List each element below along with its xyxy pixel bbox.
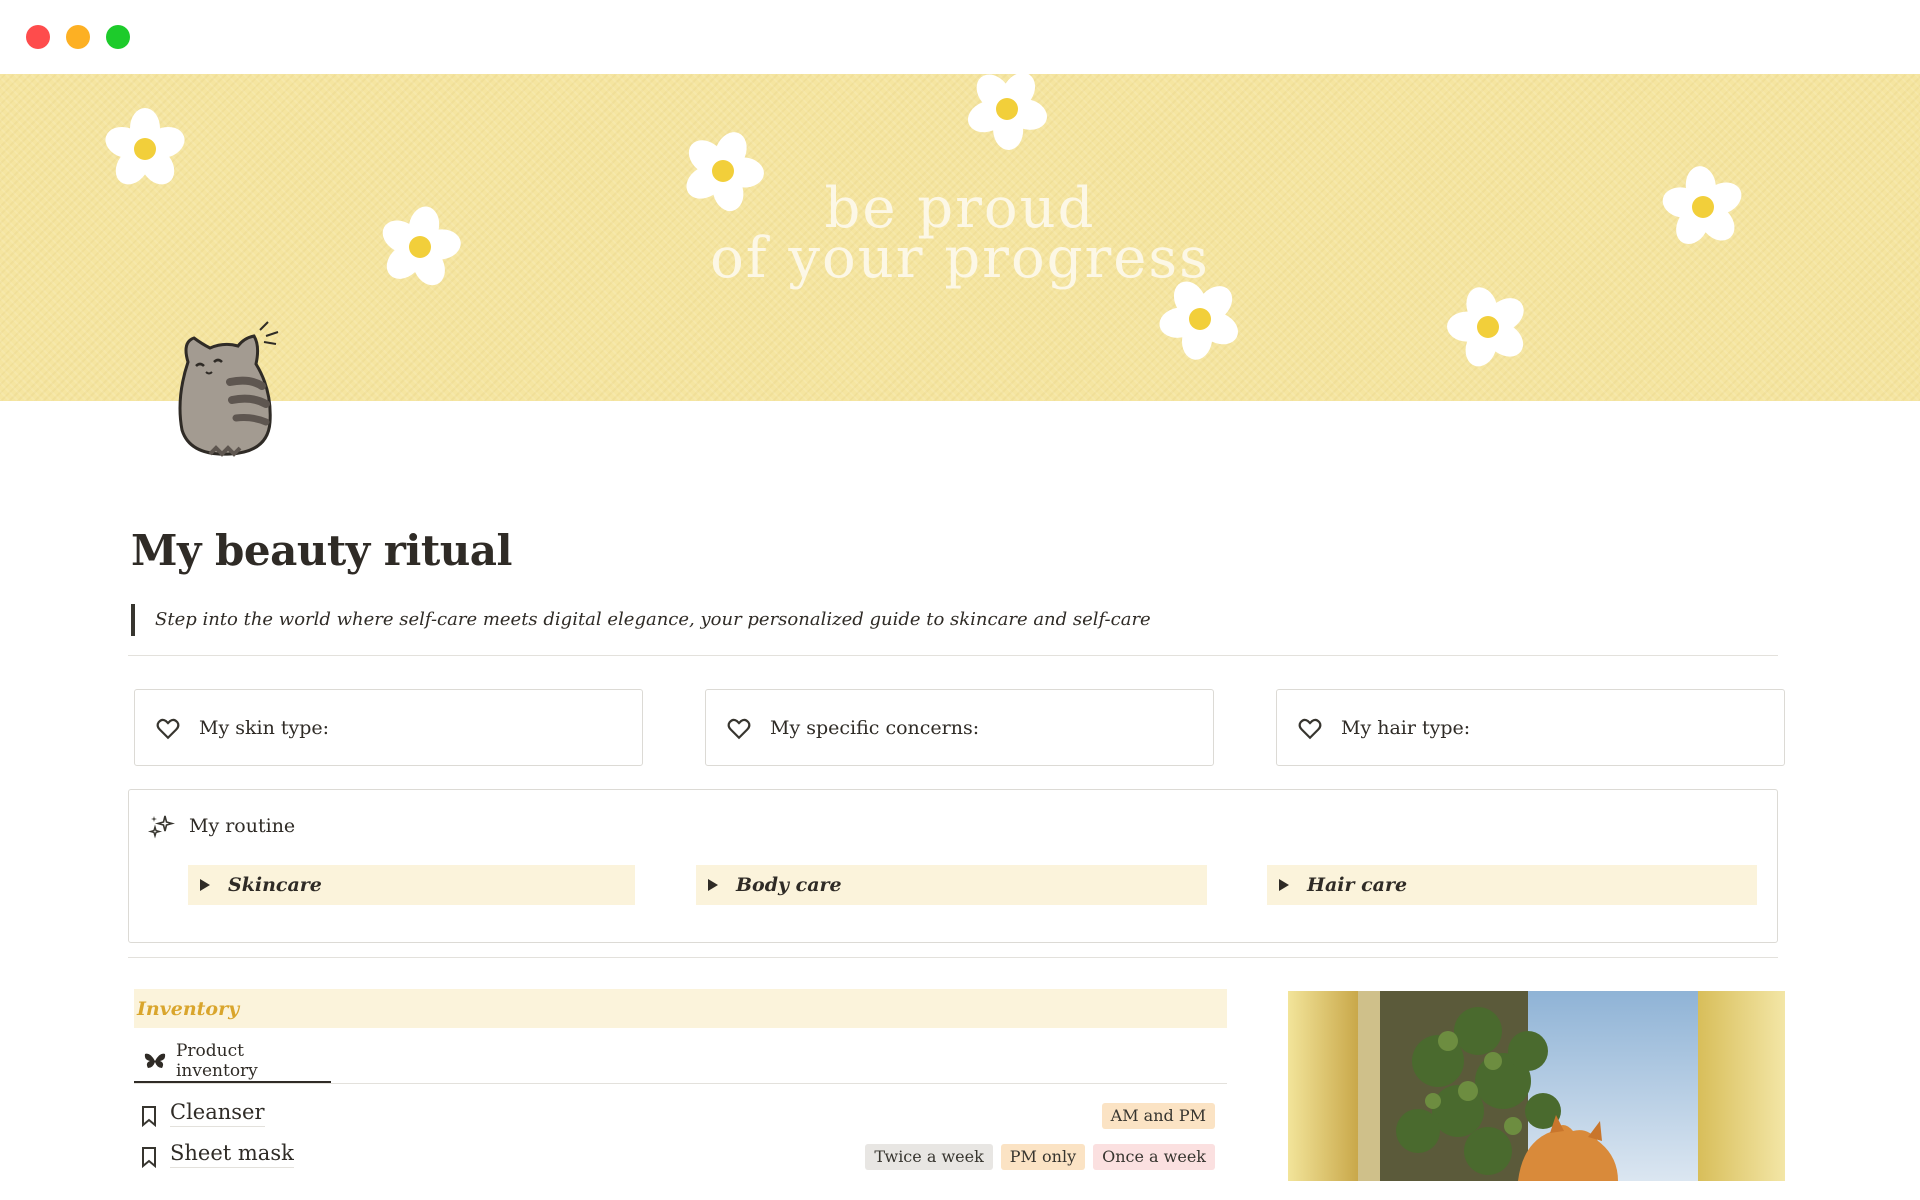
skin-type-label: My skin type: xyxy=(199,716,330,739)
butterfly-icon xyxy=(144,1053,166,1068)
item-name[interactable]: Cleanser xyxy=(170,1100,265,1127)
tab-product-inventory[interactable]: Product inventory xyxy=(134,1040,331,1084)
frequency-tag: Twice a week xyxy=(865,1144,993,1170)
page-quote[interactable]: Step into the world where self-care meet… xyxy=(131,604,1151,636)
cat-page-icon[interactable] xyxy=(160,312,290,462)
frequency-tag: AM and PM xyxy=(1101,1103,1215,1129)
cover-line-2: of your progress xyxy=(710,226,1210,291)
specific-concerns-card[interactable]: My specific concerns: xyxy=(705,689,1214,766)
time-tag: PM only xyxy=(1000,1144,1086,1170)
hair-care-toggle[interactable]: Hair care xyxy=(1267,865,1757,905)
toggle-arrow-icon[interactable] xyxy=(1279,879,1289,891)
daisy-icon xyxy=(967,74,1047,150)
body-care-toggle[interactable]: Body care xyxy=(696,865,1207,905)
skincare-toggle[interactable]: Skincare xyxy=(188,865,635,905)
tab-product-inventory-label: Product inventory xyxy=(175,1040,258,1081)
skincare-toggle-label: Skincare xyxy=(228,874,322,896)
inventory-heading-label: Inventory xyxy=(137,997,240,1020)
window-titlebar xyxy=(0,0,1920,74)
zoom-window-button[interactable] xyxy=(106,25,130,49)
daisy-icon xyxy=(686,132,764,212)
divider xyxy=(128,957,1778,958)
daisy-icon xyxy=(1447,287,1524,367)
cover-quote: be proud of your progress xyxy=(700,181,1220,291)
routine-callout[interactable]: My routine Skincare Body care Hair care xyxy=(128,789,1778,943)
daisy-icon xyxy=(1159,281,1239,360)
item-tags: Twice a week PM only Once a week xyxy=(865,1144,1215,1170)
divider xyxy=(128,655,1778,656)
minimize-window-button[interactable] xyxy=(66,25,90,49)
heart-icon xyxy=(156,718,180,739)
frequency-tag: Once a week xyxy=(1093,1144,1215,1170)
close-window-button[interactable] xyxy=(26,25,50,49)
hair-type-card[interactable]: My hair type: xyxy=(1276,689,1785,766)
routine-header: My routine xyxy=(147,812,295,840)
routine-label: My routine xyxy=(189,815,296,837)
toggle-arrow-icon[interactable] xyxy=(200,879,210,891)
inventory-heading[interactable]: Inventory xyxy=(134,989,1227,1028)
toggle-arrow-icon[interactable] xyxy=(708,879,718,891)
list-item[interactable]: Cleanser AM and PM xyxy=(134,1096,1227,1134)
heart-icon xyxy=(1298,718,1322,739)
sparkle-icon xyxy=(147,815,175,839)
bookmark-icon xyxy=(142,1147,156,1168)
body-care-toggle-label: Body care xyxy=(736,874,842,896)
list-item[interactable]: Sheet mask Twice a week PM only Once a w… xyxy=(134,1137,1227,1175)
tab-divider xyxy=(134,1083,1227,1084)
specific-concerns-label: My specific concerns: xyxy=(770,716,980,739)
skin-type-card[interactable]: My skin type: xyxy=(134,689,643,766)
daisy-icon xyxy=(1662,166,1742,245)
heart-icon xyxy=(727,718,751,739)
item-name[interactable]: Sheet mask xyxy=(170,1141,294,1168)
daisy-icon xyxy=(382,206,461,286)
hair-care-toggle-label: Hair care xyxy=(1307,874,1408,896)
item-tags: AM and PM xyxy=(1101,1103,1215,1129)
plant-window-photo[interactable] xyxy=(1288,991,1785,1181)
bookmark-icon xyxy=(142,1106,156,1127)
hair-type-label: My hair type: xyxy=(1341,716,1471,739)
daisy-icon xyxy=(105,108,185,185)
page-title[interactable]: My beauty ritual xyxy=(131,526,512,575)
